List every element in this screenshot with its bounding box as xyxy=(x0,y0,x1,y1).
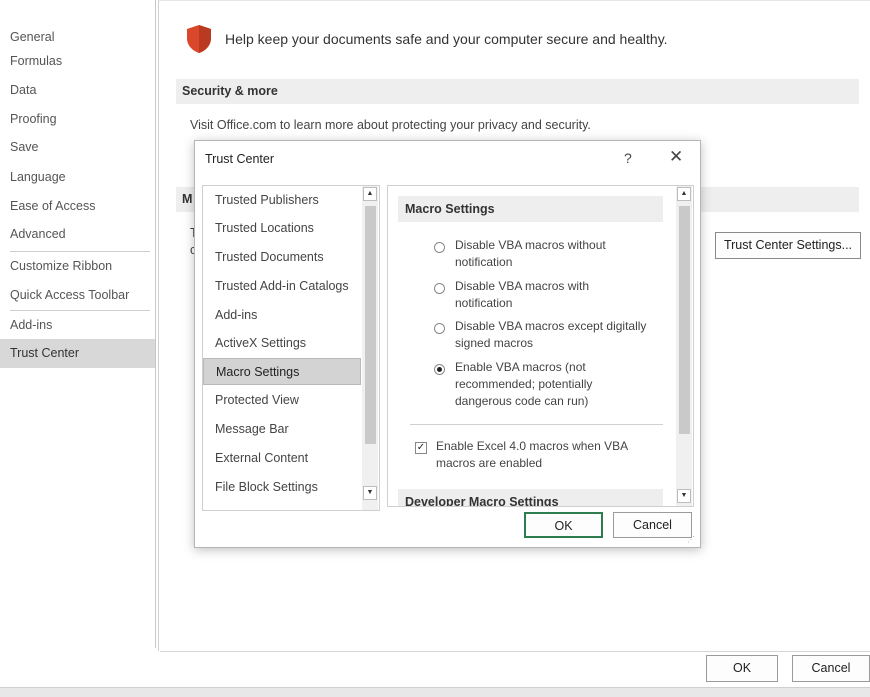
sidebar-item-data[interactable]: Data xyxy=(0,76,155,105)
nav-item-trusted-publishers[interactable]: Trusted Publishers xyxy=(203,187,361,214)
developer-macro-settings-heading: Developer Macro Settings xyxy=(398,489,663,506)
resize-grip-icon[interactable]: ⋰ xyxy=(687,535,695,544)
dialog-ok-button[interactable]: OK xyxy=(524,512,603,538)
section-security-and-more: Security & more xyxy=(176,79,859,104)
content-divider xyxy=(410,424,663,425)
nav-item-add-ins[interactable]: Add-ins xyxy=(203,302,361,329)
checkbox-label: Enable Excel 4.0 macros when VBA macros a… xyxy=(436,439,629,470)
sidebar-item-ease-of-access[interactable]: Ease of Access xyxy=(0,192,155,221)
content-scroll-thumb[interactable] xyxy=(679,206,690,434)
close-icon[interactable]: ✕ xyxy=(669,147,683,167)
nav-item-trusted-documents[interactable]: Trusted Documents xyxy=(203,244,361,271)
nav-item-activex-settings[interactable]: ActiveX Settings xyxy=(203,330,361,357)
scroll-down-icon[interactable]: ▼ xyxy=(363,486,377,500)
sidebar-item-formulas[interactable]: Formulas xyxy=(0,47,155,76)
sidebar-item-trust-center[interactable]: Trust Center xyxy=(0,339,155,368)
checkbox-excel4-macros[interactable]: ✓ xyxy=(415,442,427,454)
nav-item-file-block-settings[interactable]: File Block Settings xyxy=(203,474,361,501)
dialog-cancel-button[interactable]: Cancel xyxy=(613,512,692,538)
options-ok-button[interactable]: OK xyxy=(706,655,778,682)
visit-office-text: Visit Office.com to learn more about pro… xyxy=(190,118,591,132)
option-label: Disable VBA macros without notification xyxy=(455,238,606,269)
macro-settings-pane: Macro Settings Disable VBA macros withou… xyxy=(387,185,694,507)
option-label: Disable VBA macros except digitally signe… xyxy=(455,319,647,350)
scroll-up-icon[interactable]: ▲ xyxy=(677,187,691,201)
help-icon[interactable]: ? xyxy=(624,150,632,166)
shield-icon xyxy=(187,25,211,53)
sidebar-item-add-ins[interactable]: Add-ins xyxy=(0,311,155,340)
sidebar-item-save[interactable]: Save xyxy=(0,133,155,162)
nav-scroll-thumb[interactable] xyxy=(365,206,376,444)
dialog-title: Trust Center xyxy=(205,152,275,166)
radio-disable-without-notification[interactable] xyxy=(434,242,445,253)
sidebar-item-customize-ribbon[interactable]: Customize Ribbon xyxy=(0,252,155,281)
sidebar-item-language[interactable]: Language xyxy=(0,163,155,192)
trust-center-dialog: Trust Center ? ✕ Trusted Publishers Trus… xyxy=(194,140,701,548)
page-headline: Help keep your documents safe and your c… xyxy=(225,31,668,47)
options-cancel-button[interactable]: Cancel xyxy=(792,655,870,682)
section-fragment: M xyxy=(182,192,193,206)
sidebar-item-quick-access-toolbar[interactable]: Quick Access Toolbar xyxy=(0,281,155,310)
options-sidebar: General Formulas Data Proofing Save Lang… xyxy=(0,0,156,648)
trust-center-settings-button[interactable]: Trust Center Settings... xyxy=(715,232,861,259)
macro-settings-heading: Macro Settings xyxy=(398,196,663,222)
scroll-down-icon[interactable]: ▼ xyxy=(677,489,691,503)
scroll-up-icon[interactable]: ▲ xyxy=(363,187,377,201)
nav-item-message-bar[interactable]: Message Bar xyxy=(203,416,361,443)
sidebar-item-advanced[interactable]: Advanced xyxy=(0,220,155,249)
trust-center-nav-list: Trusted Publishers Trusted Locations Tru… xyxy=(202,185,380,511)
sidebar-item-proofing[interactable]: Proofing xyxy=(0,105,155,134)
nav-item-protected-view[interactable]: Protected View xyxy=(203,387,361,414)
nav-item-trusted-add-in-catalogs[interactable]: Trusted Add-in Catalogs xyxy=(203,273,361,300)
nav-item-macro-settings[interactable]: Macro Settings xyxy=(203,358,361,385)
footer-divider xyxy=(160,651,870,652)
option-label: Enable VBA macros (not recommended; poten… xyxy=(455,360,593,408)
option-label: Disable VBA macros with notification xyxy=(455,279,590,310)
nav-item-external-content[interactable]: External Content xyxy=(203,445,361,472)
radio-disable-except-signed[interactable] xyxy=(434,323,445,334)
nav-item-trusted-locations[interactable]: Trusted Locations xyxy=(203,215,361,242)
radio-enable-vba-macros[interactable] xyxy=(434,364,445,375)
radio-disable-with-notification[interactable] xyxy=(434,283,445,294)
